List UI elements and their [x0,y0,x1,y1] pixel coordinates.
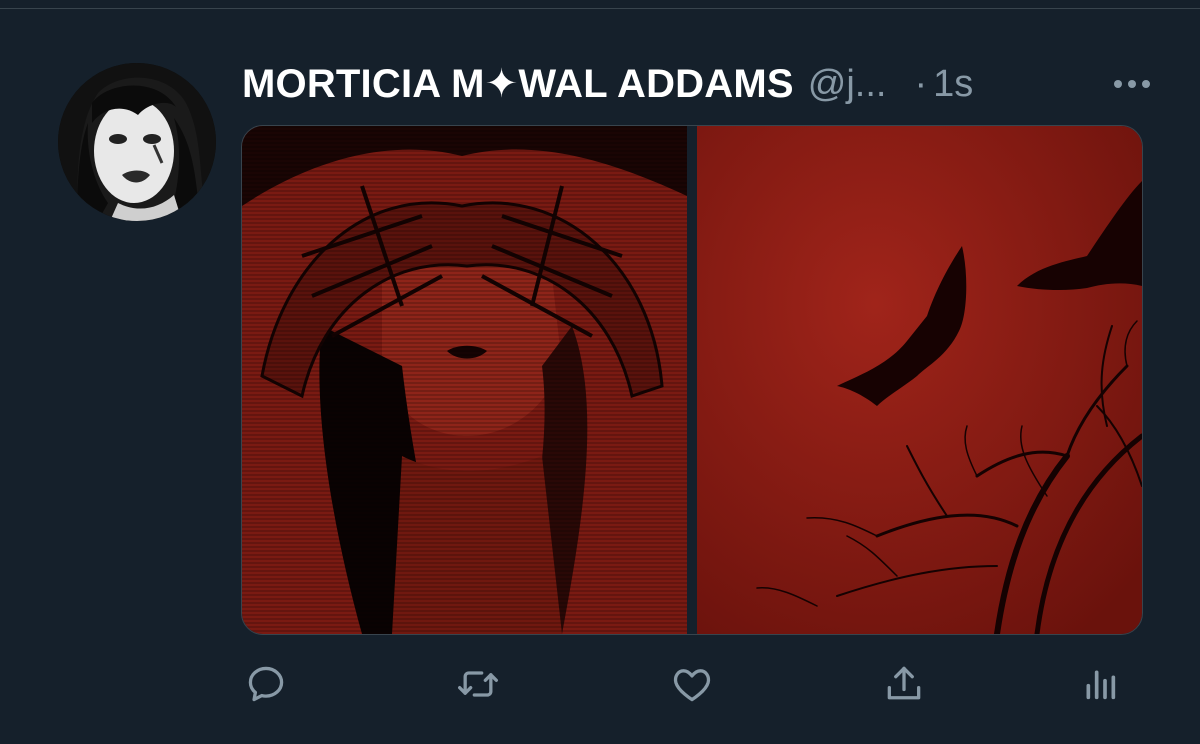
reply-button[interactable] [242,660,290,708]
avatar[interactable] [58,63,216,221]
like-button[interactable] [668,660,716,708]
retweet-button[interactable] [454,660,502,708]
share-icon [887,666,921,700]
media-image-left[interactable] [242,126,687,634]
timestamp[interactable]: 1s [933,63,973,106]
reply-icon [248,666,284,702]
display-name[interactable]: MORTICIA M✦WAL ADDAMS [242,61,794,107]
more-horizontal-icon [1114,80,1150,88]
action-bar [242,660,1122,708]
analytics-icon [1086,670,1116,700]
user-handle[interactable]: @j... [808,63,887,106]
avatar-image [58,63,216,221]
like-icon [673,669,711,702]
media-grid [241,125,1143,635]
more-options-button[interactable] [1102,62,1162,106]
bats-red-sky [697,126,1142,634]
separator-dot: · [914,62,928,105]
retweet-icon [458,671,498,697]
tweet-header: MORTICIA M✦WAL ADDAMS @j... · 1s [242,56,1162,112]
analytics-button[interactable] [1076,660,1124,708]
media-image-right[interactable] [697,126,1142,634]
share-button[interactable] [880,660,928,708]
covered-eyes-illustration [242,126,687,634]
top-divider [0,8,1200,9]
tweet-page: MORTICIA M✦WAL ADDAMS @j... · 1s [0,0,1200,744]
